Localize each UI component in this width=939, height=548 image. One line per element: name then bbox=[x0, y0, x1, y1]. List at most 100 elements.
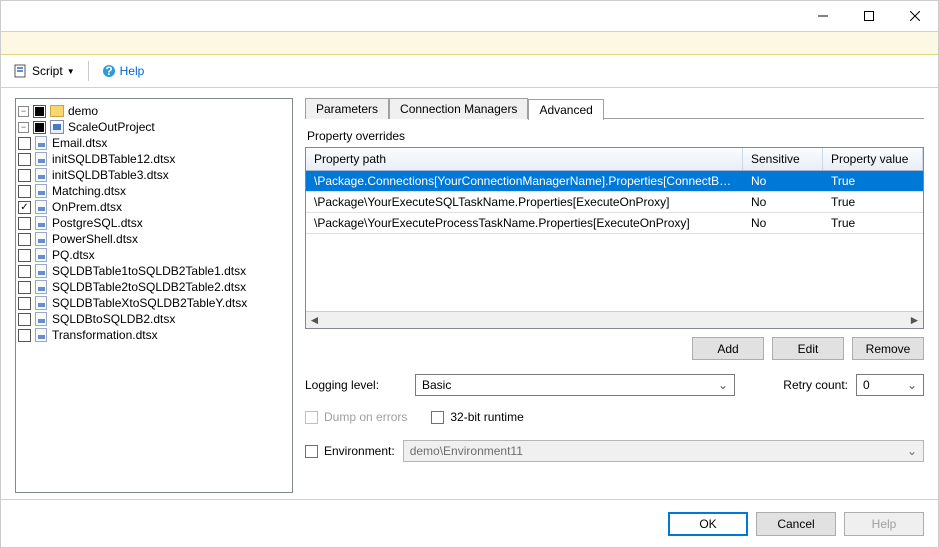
32bit-runtime-checkbox[interactable]: 32-bit runtime bbox=[431, 410, 523, 424]
tree-checkbox[interactable] bbox=[18, 297, 31, 310]
grid-horizontal-scrollbar[interactable]: ◄ ► bbox=[306, 311, 923, 328]
col-sensitive[interactable]: Sensitive bbox=[743, 148, 823, 170]
close-button[interactable] bbox=[892, 1, 938, 31]
package-icon bbox=[35, 184, 47, 198]
script-caret-icon: ▼ bbox=[67, 67, 75, 76]
environment-checkbox[interactable]: Environment: bbox=[305, 444, 395, 458]
tree-package[interactable]: PowerShell.dtsx bbox=[18, 232, 290, 246]
tree-checkbox[interactable] bbox=[18, 153, 31, 166]
tree-label: SQLDBTable1toSQLDB2Table1.dtsx bbox=[52, 264, 246, 278]
add-button[interactable]: Add bbox=[692, 337, 764, 360]
project-icon bbox=[50, 120, 64, 134]
script-label: Script bbox=[32, 64, 63, 78]
folder-icon bbox=[50, 105, 64, 117]
environment-select: demo\Environment11 ⌄ bbox=[403, 440, 924, 462]
tree-checkbox[interactable] bbox=[18, 249, 31, 262]
tree-checkbox[interactable] bbox=[18, 137, 31, 150]
tree-package[interactable]: PostgreSQL.dtsx bbox=[18, 216, 290, 230]
remove-button[interactable]: Remove bbox=[852, 337, 924, 360]
package-icon bbox=[35, 296, 47, 310]
titlebar bbox=[1, 1, 938, 31]
logging-level-value: Basic bbox=[422, 378, 451, 392]
tab-advanced[interactable]: Advanced bbox=[528, 99, 603, 120]
help-button[interactable]: ? Help bbox=[97, 61, 150, 81]
grid-row[interactable]: \Package\YourExecuteProcessTaskName.Prop… bbox=[306, 213, 923, 234]
tree-checkbox[interactable] bbox=[18, 185, 31, 198]
tree-checkbox[interactable] bbox=[18, 265, 31, 278]
logging-level-label: Logging level: bbox=[305, 378, 405, 392]
dropdown-caret-icon: ⌄ bbox=[718, 378, 728, 392]
tree-package[interactable]: OnPrem.dtsx bbox=[18, 200, 290, 214]
package-icon bbox=[35, 328, 47, 342]
edit-button[interactable]: Edit bbox=[772, 337, 844, 360]
scroll-left-icon[interactable]: ◄ bbox=[306, 312, 323, 329]
cancel-button[interactable]: Cancel bbox=[756, 512, 836, 536]
tree-package[interactable]: Email.dtsx bbox=[18, 136, 290, 150]
tree-checkbox[interactable] bbox=[18, 169, 31, 182]
tree-label: Matching.dtsx bbox=[52, 184, 126, 198]
scroll-right-icon[interactable]: ► bbox=[906, 312, 923, 329]
tree-package[interactable]: SQLDBTable2toSQLDB2Table2.dtsx bbox=[18, 280, 290, 294]
tree-checkbox[interactable] bbox=[18, 281, 31, 294]
cell-path: \Package.Connections[YourConnectionManag… bbox=[306, 171, 743, 191]
cell-value: True bbox=[823, 213, 923, 233]
property-overrides-grid[interactable]: Property path Sensitive Property value \… bbox=[305, 147, 924, 329]
retry-count-value: 0 bbox=[863, 378, 870, 392]
script-button[interactable]: Script ▼ bbox=[9, 61, 80, 81]
collapse-icon[interactable]: − bbox=[18, 122, 29, 133]
info-bar bbox=[1, 31, 938, 55]
tree-label: Transformation.dtsx bbox=[52, 328, 158, 342]
package-tree[interactable]: − demo − ScaleOutProject Email.dtsx initSQLDB… bbox=[15, 98, 293, 493]
tree-checkbox[interactable] bbox=[18, 233, 31, 246]
toolbar-separator bbox=[88, 61, 89, 81]
tree-checkbox[interactable] bbox=[33, 121, 46, 134]
tree-root-demo[interactable]: − demo bbox=[18, 104, 290, 118]
tree-checkbox[interactable] bbox=[18, 313, 31, 326]
tree-checkbox[interactable] bbox=[18, 329, 31, 342]
tree-checkbox[interactable] bbox=[18, 201, 31, 214]
cell-value: True bbox=[823, 192, 923, 212]
retry-count-label: Retry count: bbox=[783, 378, 848, 392]
tree-package[interactable]: initSQLDBTable12.dtsx bbox=[18, 152, 290, 166]
package-icon bbox=[35, 136, 47, 150]
retry-count-select[interactable]: 0 ⌄ bbox=[856, 374, 924, 396]
dump-on-errors-checkbox: Dump on errors bbox=[305, 410, 407, 424]
package-icon bbox=[35, 200, 47, 214]
dropdown-caret-icon: ⌄ bbox=[907, 444, 917, 458]
tree-label: ScaleOutProject bbox=[68, 120, 155, 134]
ok-button[interactable]: OK bbox=[668, 512, 748, 536]
col-property-value[interactable]: Property value bbox=[823, 148, 923, 170]
tree-label: demo bbox=[68, 104, 98, 118]
grid-header: Property path Sensitive Property value bbox=[306, 148, 923, 171]
toolbar: Script ▼ ? Help bbox=[1, 55, 938, 87]
tab-connection-managers[interactable]: Connection Managers bbox=[389, 98, 528, 119]
tree-package[interactable]: SQLDBTableXtoSQLDB2TableY.dtsx bbox=[18, 296, 290, 310]
environment-value: demo\Environment11 bbox=[410, 444, 523, 458]
maximize-button[interactable] bbox=[846, 1, 892, 31]
tree-label: SQLDBTable2toSQLDB2Table2.dtsx bbox=[52, 280, 246, 294]
tree-package[interactable]: SQLDBtoSQLDB2.dtsx bbox=[18, 312, 290, 326]
logging-level-select[interactable]: Basic ⌄ bbox=[415, 374, 735, 396]
script-icon bbox=[14, 64, 28, 78]
tab-parameters[interactable]: Parameters bbox=[305, 98, 389, 119]
tree-package[interactable]: PQ.dtsx bbox=[18, 248, 290, 262]
grid-buttons: Add Edit Remove bbox=[305, 337, 924, 360]
tree-package[interactable]: initSQLDBTable3.dtsx bbox=[18, 168, 290, 182]
tree-package[interactable]: Transformation.dtsx bbox=[18, 328, 290, 342]
collapse-icon[interactable]: − bbox=[18, 106, 29, 117]
help-label: Help bbox=[120, 64, 145, 78]
tree-checkbox[interactable] bbox=[18, 217, 31, 230]
col-property-path[interactable]: Property path bbox=[306, 148, 743, 170]
tree-label: PowerShell.dtsx bbox=[52, 232, 138, 246]
package-icon bbox=[35, 312, 47, 326]
tree-checkbox[interactable] bbox=[33, 105, 46, 118]
tree-package[interactable]: Matching.dtsx bbox=[18, 184, 290, 198]
package-icon bbox=[35, 280, 47, 294]
grid-row[interactable]: \Package\YourExecuteSQLTaskName.Properti… bbox=[306, 192, 923, 213]
tree-project[interactable]: − ScaleOutProject bbox=[18, 120, 290, 134]
cell-path: \Package\YourExecuteProcessTaskName.Prop… bbox=[306, 213, 743, 233]
grid-row[interactable]: \Package.Connections[YourConnectionManag… bbox=[306, 171, 923, 192]
minimize-button[interactable] bbox=[800, 1, 846, 31]
detail-panel: Parameters Connection Managers Advanced … bbox=[305, 98, 924, 493]
tree-package[interactable]: SQLDBTable1toSQLDB2Table1.dtsx bbox=[18, 264, 290, 278]
